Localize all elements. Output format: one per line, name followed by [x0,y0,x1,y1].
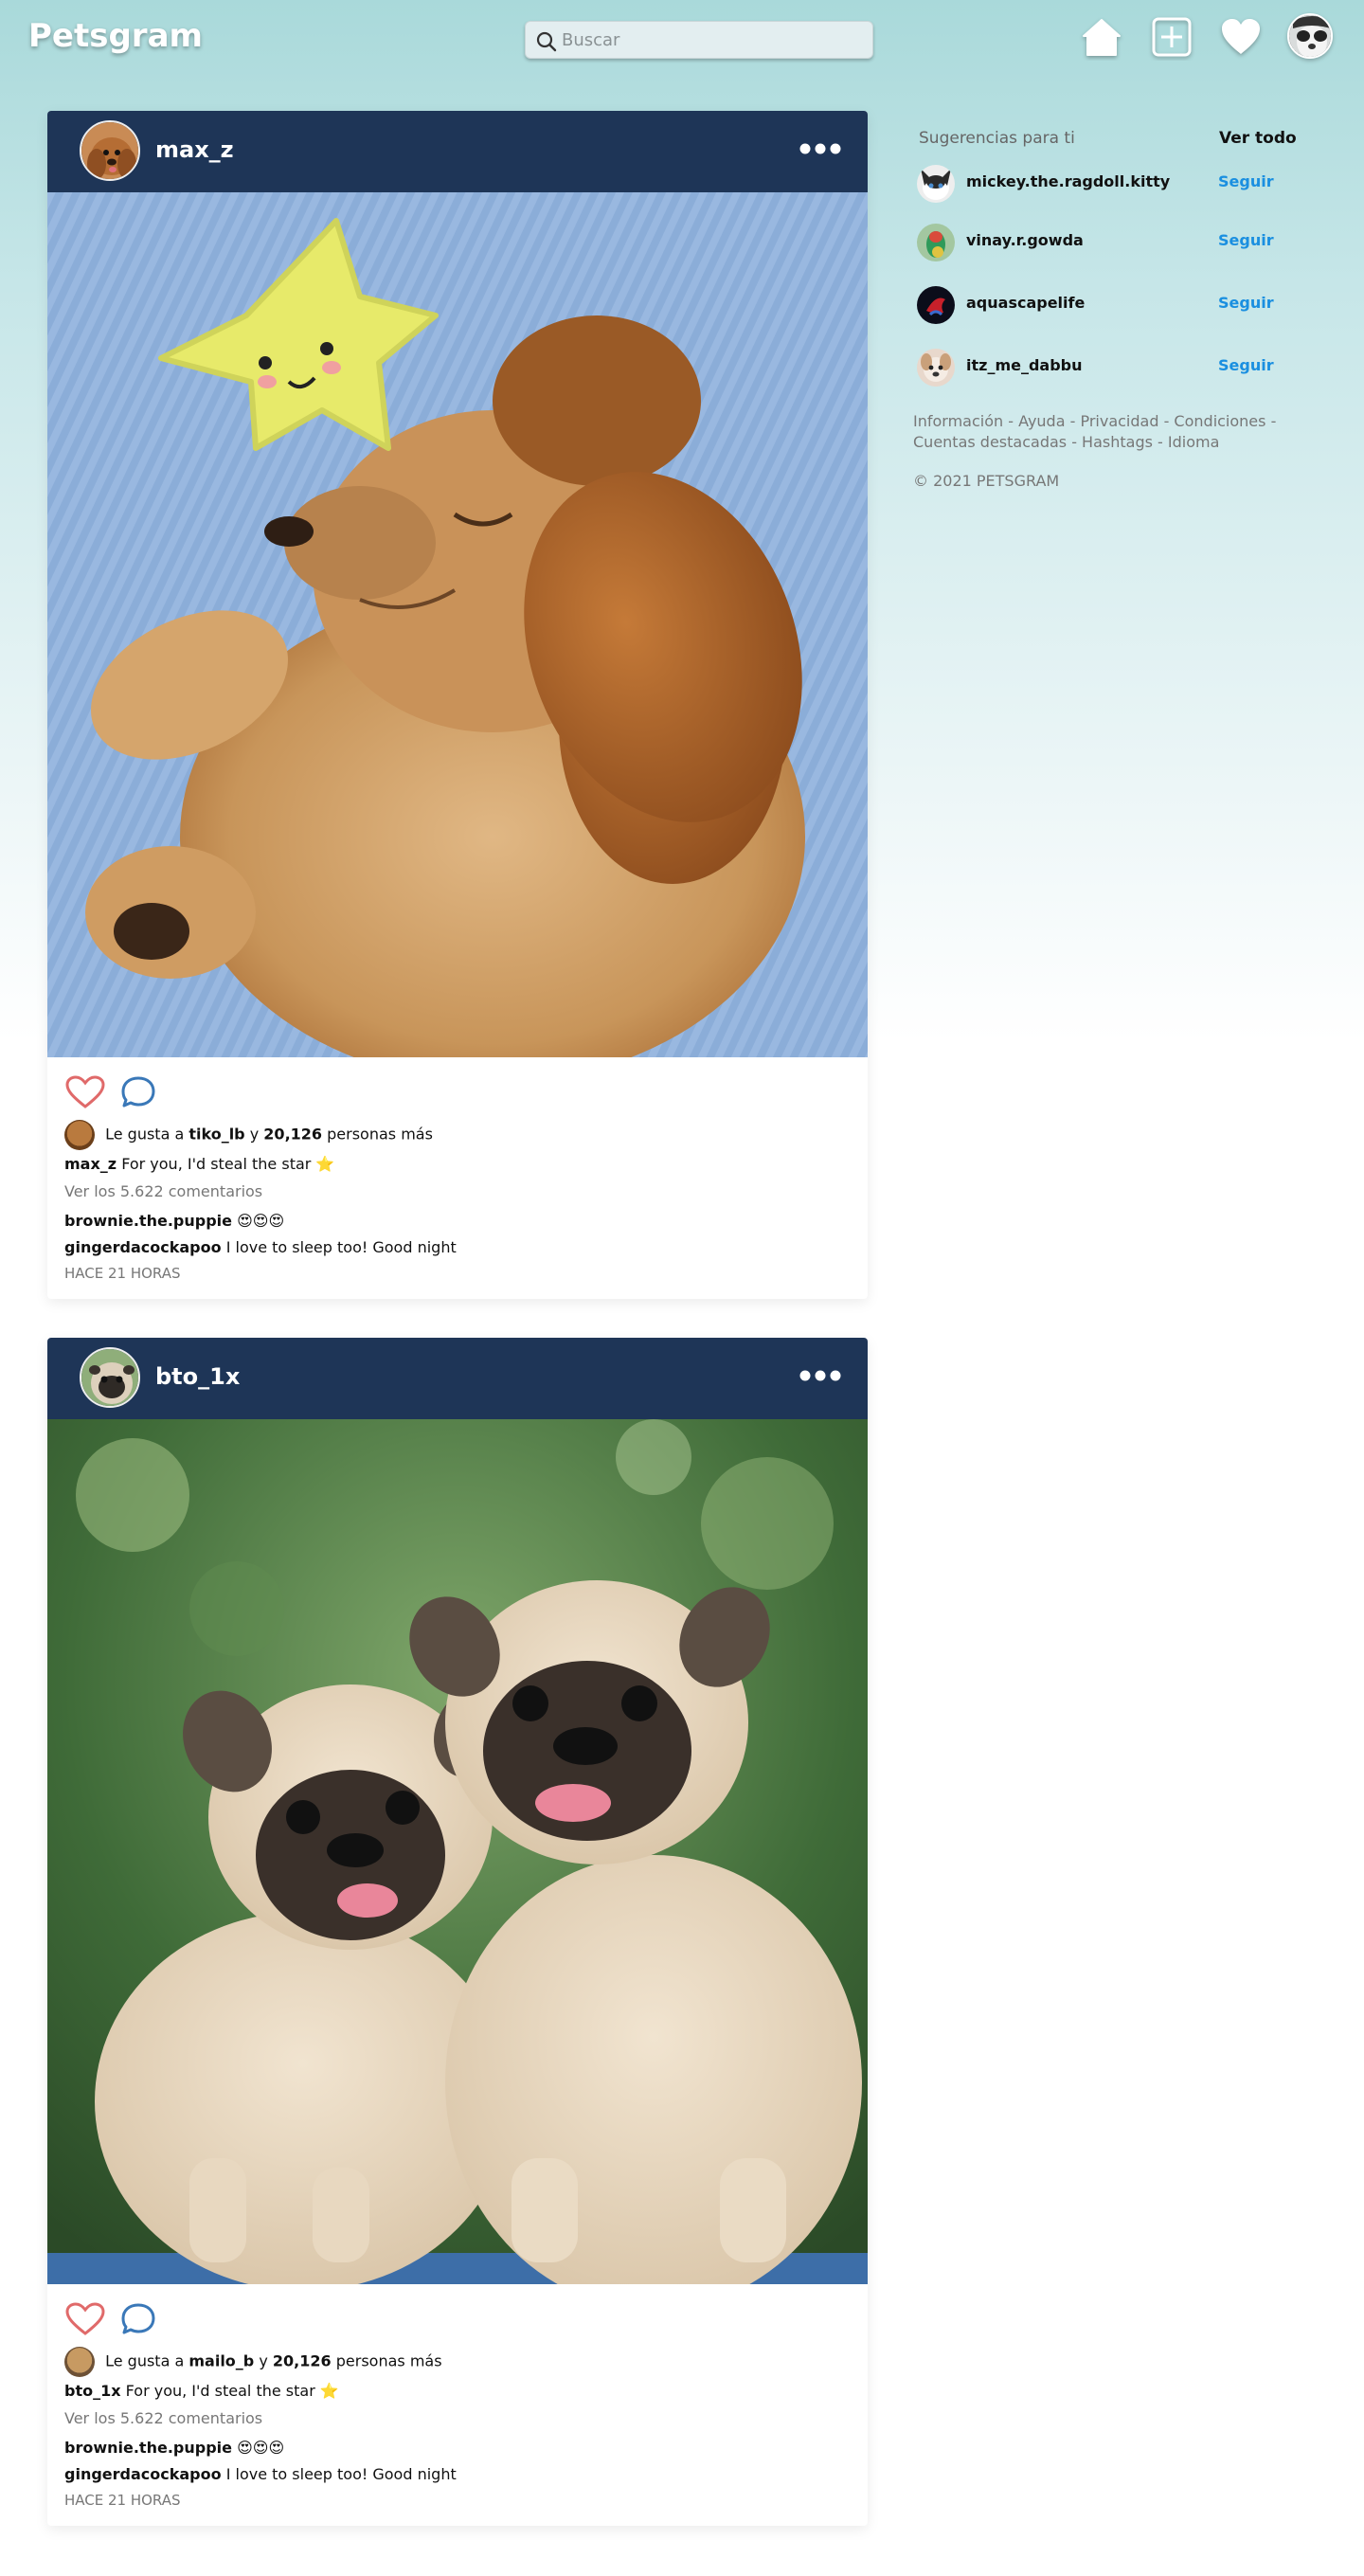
follow-button[interactable]: Seguir [1218,231,1274,249]
view-all-link[interactable]: Ver todo [1219,129,1297,148]
comment-username[interactable]: brownie.the.puppie [64,1212,232,1230]
top-navigation-bar: Petsgram [0,0,1364,78]
suggestion-item: vinay.r.gowda Seguir [917,220,1296,263]
post-footer: Le gusta a tiko_lb y 20,126 personas más… [47,1057,868,1299]
comment-text: 😍😍😍 [237,1212,285,1230]
post-image[interactable] [47,192,868,1057]
comment-username[interactable]: brownie.the.puppie [64,2439,232,2457]
post-timestamp: HACE 21 HORAS [64,2492,181,2509]
caption-text: For you, I'd steal the star ⭐ [125,2382,339,2400]
post-card: bto_1x Le gusta a mailo_b y 20,126 perso… [47,1338,868,2526]
comment-icon[interactable] [119,1074,157,1110]
post-card: max_z Le gusta a tiko_lb y 20,126 person… [47,111,868,1299]
suggestion-username[interactable]: itz_me_dabbu [966,356,1083,374]
add-post-icon[interactable] [1148,13,1195,61]
post-photo-two-pugs [47,1419,868,2284]
post-image[interactable] [47,1419,868,2284]
post-header: max_z [47,111,868,192]
search-input[interactable] [562,26,865,54]
post-footer: Le gusta a mailo_b y 20,126 personas más… [47,2284,868,2526]
comment: brownie.the.puppie 😍😍😍 [64,2439,284,2457]
suggestions-title: Sugerencias para ti [919,129,1075,148]
app-logo[interactable]: Petsgram [28,17,203,55]
post-header: bto_1x [47,1338,868,1419]
follow-button[interactable]: Seguir [1218,294,1274,312]
heart-icon[interactable] [1217,13,1265,61]
liker-avatar[interactable] [64,2347,95,2377]
likes-summary: Le gusta a tiko_lb y 20,126 personas más [64,1120,433,1150]
comment-username[interactable]: gingerdacockapoo [64,2465,222,2483]
suggestion-username[interactable]: vinay.r.gowda [966,231,1084,249]
comment: gingerdacockapoo I love to sleep too! Go… [64,2465,457,2483]
post-username[interactable]: bto_1x [155,1363,240,1390]
liker-avatar[interactable] [64,1120,95,1150]
follow-button[interactable]: Seguir [1218,356,1274,374]
post-photo-sleeping-puppy [47,192,868,1057]
view-comments-link[interactable]: Ver los 5.622 comentarios [64,2409,262,2427]
liker-username[interactable]: tiko_lb [188,1126,244,1144]
search-icon [536,31,557,52]
comment: gingerdacockapoo I love to sleep too! Go… [64,1238,457,1256]
suggestion-avatar[interactable] [917,224,955,261]
suggestion-avatar[interactable] [917,349,955,387]
suggestion-item: aquascapelife Seguir [917,282,1296,326]
home-icon[interactable] [1078,13,1125,61]
like-heart-icon[interactable] [64,1074,106,1110]
caption-username[interactable]: max_z [64,1155,117,1173]
comment-username[interactable]: gingerdacockapoo [64,1238,222,1256]
suggestion-avatar[interactable] [917,165,955,203]
suggestion-item: mickey.the.ragdoll.kitty Seguir [917,161,1296,205]
likes-summary: Le gusta a mailo_b y 20,126 personas más [64,2347,442,2377]
like-heart-icon[interactable] [64,2301,106,2337]
copyright: © 2021 PETSGRAM [913,472,1060,490]
likes-count[interactable]: 20,126 [273,2352,332,2370]
more-options-icon[interactable] [798,137,843,160]
footer-links[interactable]: Información - Ayuda - Privacidad - Condi… [913,411,1320,453]
view-comments-link[interactable]: Ver los 5.622 comentarios [64,1182,262,1200]
suggestion-avatar[interactable] [917,286,955,324]
caption-username[interactable]: bto_1x [64,2382,121,2400]
post-caption: max_z For you, I'd steal the star ⭐ [64,1155,334,1173]
caption-text: For you, I'd steal the star ⭐ [121,1155,335,1173]
comment-text: 😍😍😍 [237,2439,285,2457]
comment: brownie.the.puppie 😍😍😍 [64,1212,284,1230]
profile-avatar[interactable] [1287,13,1333,59]
suggestion-username[interactable]: aquascapelife [966,294,1085,312]
suggestion-item: itz_me_dabbu Seguir [917,345,1296,388]
post-username[interactable]: max_z [155,136,234,163]
post-author-avatar[interactable] [80,1347,140,1408]
search-box[interactable] [525,21,873,59]
suggestion-username[interactable]: mickey.the.ragdoll.kitty [966,172,1170,190]
post-timestamp: HACE 21 HORAS [64,1265,181,1282]
comment-text: I love to sleep too! Good night [225,2465,457,2483]
post-caption: bto_1x For you, I'd steal the star ⭐ [64,2382,339,2400]
comment-icon[interactable] [119,2301,157,2337]
comment-text: I love to sleep too! Good night [225,1238,457,1256]
likes-count[interactable]: 20,126 [263,1126,322,1144]
more-options-icon[interactable] [798,1364,843,1387]
liker-username[interactable]: mailo_b [188,2352,254,2370]
post-author-avatar[interactable] [80,120,140,181]
follow-button[interactable]: Seguir [1218,172,1274,190]
